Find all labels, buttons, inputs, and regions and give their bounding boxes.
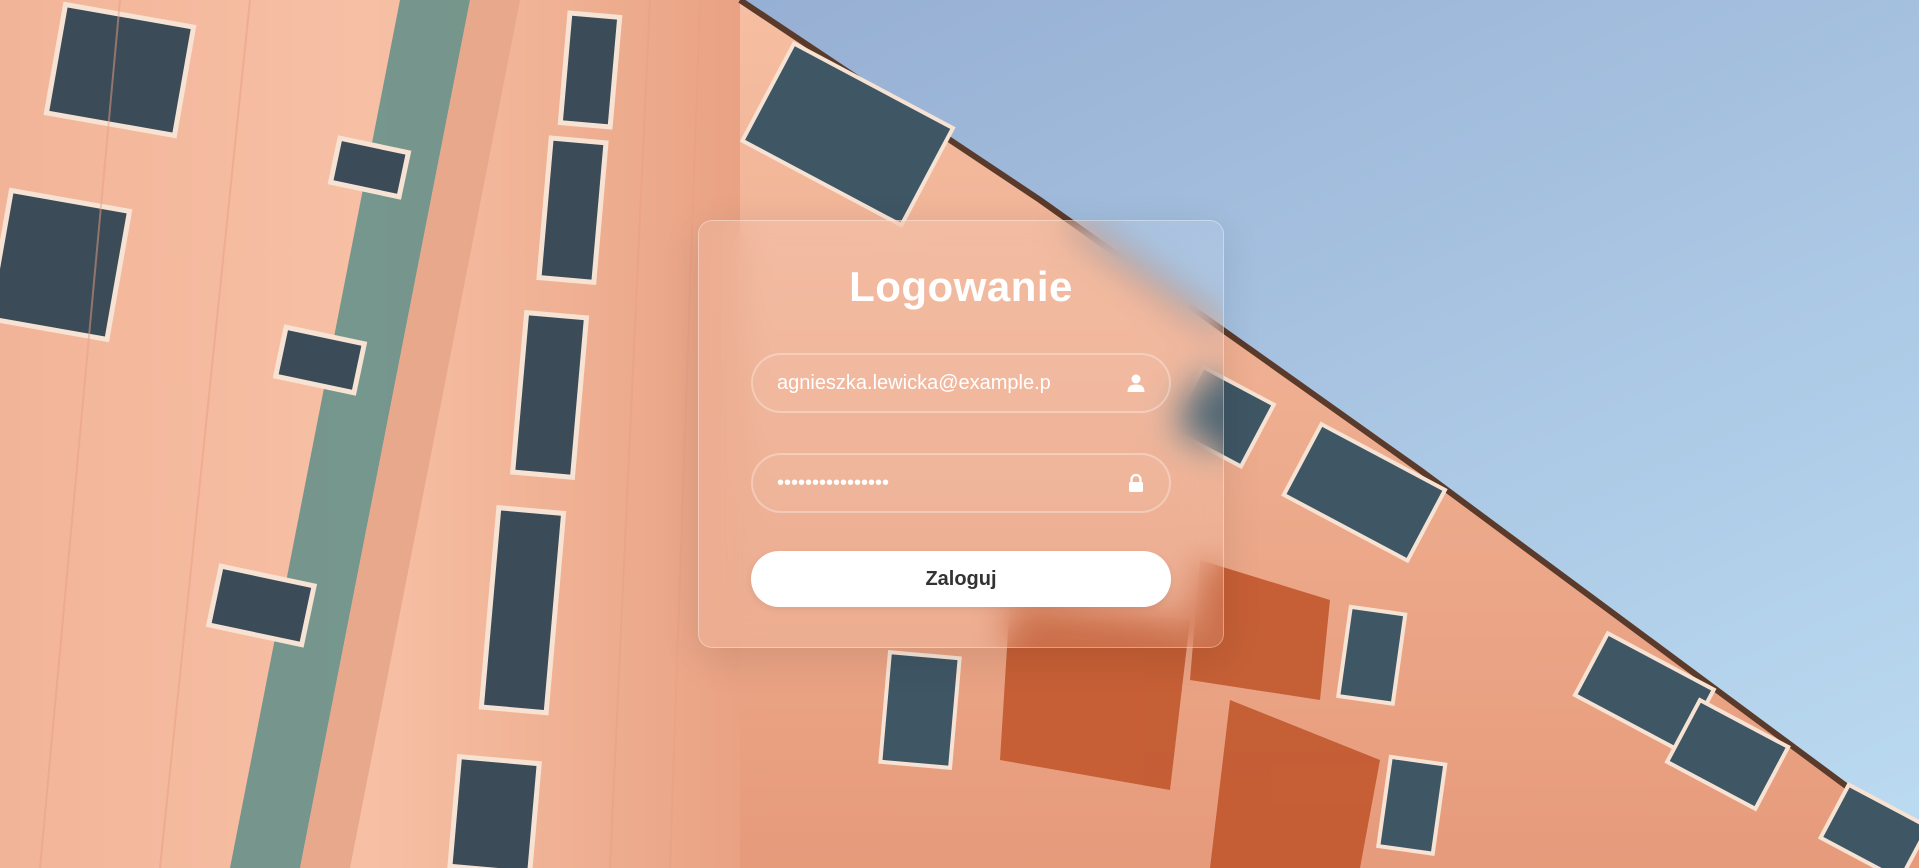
password-field[interactable] [751,453,1171,513]
email-field[interactable] [751,353,1171,413]
lock-icon [1125,472,1147,494]
login-page: Logowanie Zaloguj [0,0,1919,868]
email-input[interactable] [753,355,1125,411]
login-button[interactable]: Zaloguj [751,551,1171,607]
password-input[interactable] [753,455,1125,511]
user-icon [1125,372,1147,394]
page-title: Logowanie [849,263,1073,310]
login-panel: Logowanie Zaloguj [698,220,1224,648]
